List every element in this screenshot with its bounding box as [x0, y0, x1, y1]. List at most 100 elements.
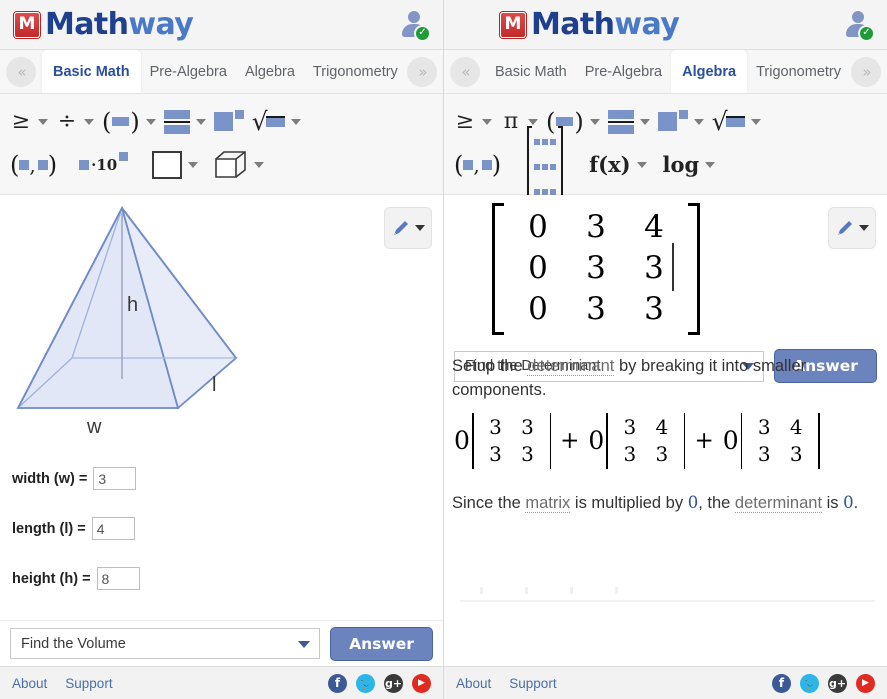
- tabs-prev-button[interactable]: «: [450, 56, 480, 87]
- matrix-input-area[interactable]: 0 3 4 0 3 3 0 3 3: [444, 195, 817, 335]
- width-input[interactable]: [93, 467, 137, 490]
- determinant-term-link[interactable]: determinant: [734, 493, 823, 513]
- green-check-badge: ✓: [858, 24, 875, 42]
- divide-tool[interactable]: ÷: [56, 107, 94, 137]
- matrix-cell: 0: [528, 291, 548, 328]
- coordinate-pair-tool[interactable]: (,): [454, 150, 501, 180]
- user-avatar-icon[interactable]: ✓: [843, 10, 875, 42]
- coordinate-pair-tool[interactable]: (,): [10, 150, 57, 180]
- chevron-down-icon[interactable]: [482, 118, 492, 125]
- scientific-notation-tool[interactable]: ·10: [79, 150, 129, 180]
- chevron-down-icon[interactable]: [589, 118, 600, 125]
- fraction-tool[interactable]: [163, 107, 206, 137]
- youtube-icon[interactable]: ▶: [412, 673, 431, 693]
- step2-number: 0: [687, 492, 699, 512]
- function-tool[interactable]: f(x): [589, 150, 647, 180]
- left-app-pane: M Mathway ✓ « Basic Math Pre-Algebra Alg…: [0, 0, 444, 699]
- minor-row: 33: [614, 441, 678, 468]
- googleplus-icon[interactable]: g+: [828, 673, 847, 693]
- solution-steps: Setup the determinant by breaking it int…: [452, 355, 881, 602]
- left-pencil-button[interactable]: [384, 207, 432, 249]
- googleplus-icon[interactable]: g+: [384, 673, 403, 693]
- chevron-down-icon[interactable]: [195, 118, 206, 125]
- length-label: l: [212, 374, 216, 396]
- matrix-right-bracket: [687, 203, 700, 335]
- support-link[interactable]: Support: [509, 676, 556, 691]
- tab-pre-algebra[interactable]: Pre-Algebra: [141, 50, 236, 93]
- about-link[interactable]: About: [456, 676, 491, 691]
- function-icon: f(x): [589, 152, 631, 177]
- exponent-tool[interactable]: [213, 107, 244, 137]
- coordinate-pair-icon: (,): [10, 150, 58, 179]
- chevron-down-icon[interactable]: [636, 161, 647, 168]
- exponent-tool[interactable]: [657, 107, 704, 137]
- minor-determinant: 34 33: [740, 412, 820, 469]
- left-workspace[interactable]: h l w width (w) = length (l) = height (h…: [0, 195, 443, 620]
- left-answer-button[interactable]: Answer: [330, 626, 433, 661]
- right-workspace[interactable]: 0 3 4 0 3 3 0 3 3 Find the Determinant A…: [444, 195, 887, 666]
- facebook-icon[interactable]: f: [772, 673, 791, 693]
- inequality-tool[interactable]: ≥: [10, 107, 48, 137]
- chevron-down-icon[interactable]: [639, 118, 650, 125]
- height-input[interactable]: [96, 567, 140, 590]
- user-avatar-icon[interactable]: ✓: [399, 10, 431, 42]
- matrix-term-link[interactable]: matrix: [525, 493, 571, 513]
- support-link[interactable]: Support: [65, 676, 112, 691]
- green-check-badge: ✓: [414, 24, 431, 42]
- height-field-row: height (h) =: [12, 567, 272, 590]
- tab-algebra[interactable]: Algebra: [236, 50, 304, 93]
- chevron-down-icon[interactable]: [290, 118, 301, 125]
- inequality-tool[interactable]: ≥: [454, 107, 492, 137]
- cube-shape-tool[interactable]: [214, 150, 265, 180]
- chevron-down-icon[interactable]: [145, 118, 156, 125]
- tab-algebra[interactable]: Algebra: [671, 50, 748, 93]
- minor-cell: 3: [655, 441, 669, 466]
- tab-trigonometry[interactable]: Trigonometry: [304, 50, 407, 93]
- radical-tool[interactable]: √: [252, 107, 301, 137]
- tabs-prev-button[interactable]: «: [6, 56, 36, 87]
- tabs-next-button[interactable]: »: [851, 56, 881, 87]
- logarithm-tool[interactable]: log: [663, 150, 716, 180]
- parentheses-icon: (): [102, 107, 140, 136]
- facebook-icon[interactable]: f: [328, 673, 347, 693]
- parentheses-tool[interactable]: (): [102, 107, 156, 137]
- fraction-tool[interactable]: [607, 107, 650, 137]
- chevron-down-icon[interactable]: [859, 225, 869, 231]
- chevron-down-icon[interactable]: [415, 225, 425, 231]
- chevron-down-icon[interactable]: [298, 640, 310, 648]
- dual-pane-screen: M Mathway ✓ « Basic Math Pre-Algebra Alg…: [0, 0, 887, 699]
- matrix-tool[interactable]: [527, 126, 564, 203]
- square-shape-tool[interactable]: [152, 150, 199, 180]
- youtube-icon[interactable]: ▶: [856, 673, 875, 693]
- mathway-logo[interactable]: M Mathway: [500, 7, 680, 42]
- chevron-down-icon[interactable]: [254, 161, 265, 168]
- mathway-logo[interactable]: M Mathway: [14, 7, 194, 42]
- width-label: width (w) =: [12, 470, 88, 487]
- tab-trigonometry[interactable]: Trigonometry: [747, 50, 850, 93]
- about-link[interactable]: About: [12, 676, 47, 691]
- right-social-links: f 🐦 g+ ▶: [772, 673, 875, 693]
- plus-sign: +: [694, 427, 714, 454]
- step2-text-c: , the: [698, 493, 735, 512]
- length-input[interactable]: [91, 517, 135, 540]
- chevron-down-icon[interactable]: [528, 118, 538, 125]
- det-bar-right: [818, 412, 820, 469]
- radical-tool[interactable]: √: [712, 107, 761, 137]
- chevron-down-icon[interactable]: [693, 118, 704, 125]
- tabs-next-button[interactable]: »: [407, 56, 437, 87]
- chevron-down-icon[interactable]: [188, 161, 199, 168]
- chevron-down-icon[interactable]: [38, 118, 48, 125]
- expansion-coefficient: 0: [722, 426, 739, 456]
- right-pencil-button[interactable]: [828, 207, 876, 249]
- left-operation-select[interactable]: Find the Volume: [10, 628, 320, 659]
- solution-step-2: Since the matrix is multiplied by 0, the…: [452, 491, 881, 516]
- chevron-down-icon[interactable]: [84, 118, 94, 125]
- tab-basic-math[interactable]: Basic Math: [42, 50, 141, 93]
- tab-basic-math[interactable]: Basic Math: [486, 50, 576, 93]
- chevron-down-icon[interactable]: [750, 118, 761, 125]
- twitter-icon[interactable]: 🐦: [356, 673, 375, 693]
- determinant-term-link[interactable]: determinant: [527, 357, 615, 376]
- tab-pre-algebra[interactable]: Pre-Algebra: [576, 50, 671, 93]
- twitter-icon[interactable]: 🐦: [800, 673, 819, 693]
- chevron-down-icon[interactable]: [705, 161, 716, 168]
